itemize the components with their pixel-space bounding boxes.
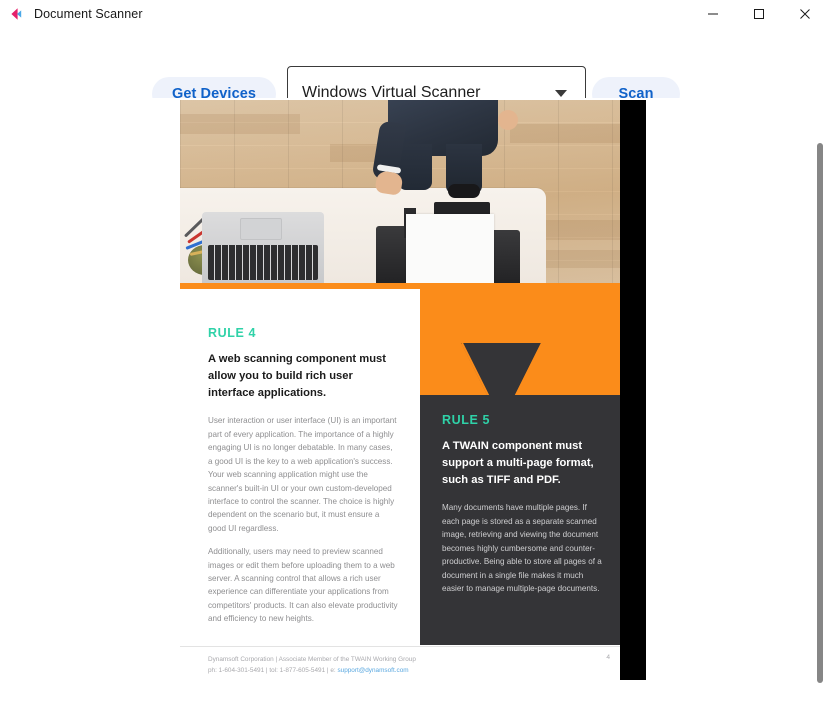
rule4-column: RULE 4 A web scanning component must all… — [208, 326, 398, 636]
hero-photo — [180, 100, 620, 283]
rule5-paragraph-1: Many documents have multiple pages. If e… — [442, 501, 602, 595]
close-icon — [799, 8, 811, 20]
minimize-button[interactable] — [690, 0, 736, 27]
scrollbar-thumb[interactable] — [817, 143, 823, 683]
maximize-icon — [753, 8, 765, 20]
chevron-down-icon — [555, 90, 567, 97]
rule4-paragraph-1: User interaction or user interface (UI) … — [208, 414, 398, 535]
document-scanner-device — [376, 196, 532, 283]
rule5-heading: A TWAIN component must support a multi-p… — [442, 438, 602, 488]
orange-divider-rule — [180, 283, 420, 289]
rule4-kicker: RULE 4 — [208, 326, 398, 340]
scanned-sheet — [406, 214, 494, 283]
rule5-kicker: RULE 5 — [442, 413, 602, 427]
dynamsoft-arrow-icon — [8, 6, 24, 22]
person — [374, 100, 512, 194]
floor-plank — [180, 114, 300, 134]
window-title: Document Scanner — [34, 7, 143, 21]
scan-preview-viewport[interactable]: RULE 4 A web scanning component must all… — [0, 98, 828, 702]
maximize-button[interactable] — [736, 0, 782, 27]
footer-line-2: ph: 1-604-301-5491 | tol: 1-877-605-5491… — [208, 665, 608, 676]
footer-separator — [180, 646, 620, 647]
scanned-page: RULE 4 A web scanning component must all… — [180, 100, 646, 680]
vertical-scrollbar[interactable] — [812, 98, 828, 702]
document-footer: Dynamsoft Corporation | Associate Member… — [208, 654, 608, 676]
close-button[interactable] — [782, 0, 828, 27]
rule4-paragraph-2: Additionally, users may need to preview … — [208, 545, 398, 626]
laptop — [202, 212, 324, 283]
minimize-icon — [707, 8, 719, 20]
window-controls — [690, 0, 828, 27]
footer-contact-prefix: ph: 1-604-301-5491 | tol: 1-877-605-5491… — [208, 667, 337, 674]
title-bar: Document Scanner — [0, 0, 828, 27]
toolbar: Get Devices Windows Virtual Scanner Scan — [0, 27, 828, 98]
rule4-heading: A web scanning component must allow you … — [208, 351, 398, 401]
page-number: 4 — [606, 654, 610, 661]
footer-email-link[interactable]: support@dynamsoft.com — [337, 667, 408, 674]
rule5-column: RULE 5 A TWAIN component must support a … — [442, 413, 602, 605]
scan-edge-band — [620, 100, 646, 680]
footer-line-1: Dynamsoft Corporation | Associate Member… — [208, 654, 608, 665]
floor-plank — [510, 124, 620, 143]
